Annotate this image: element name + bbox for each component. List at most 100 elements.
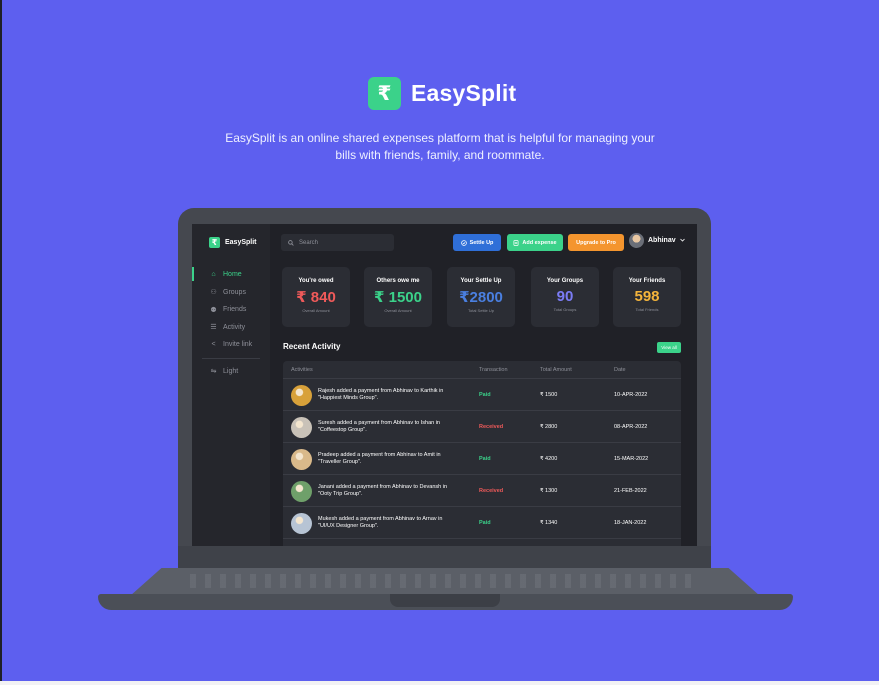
stat-subtitle: Overall Amount bbox=[302, 308, 330, 313]
sidebar-item-groups[interactable]: ⚇ Groups bbox=[192, 284, 270, 302]
transaction-amount: ₹ 1300 bbox=[540, 488, 558, 494]
transaction-status: Received bbox=[479, 488, 504, 494]
recent-activity-table: Activities Transaction Total Amount Date… bbox=[283, 361, 681, 546]
view-all-button[interactable]: View all bbox=[657, 342, 681, 353]
sidebar-item-label: Invite link bbox=[223, 341, 253, 349]
column-header-transaction: Transaction bbox=[479, 367, 508, 373]
user-menu[interactable]: Abhinav bbox=[648, 237, 685, 244]
sidebar-item-activity[interactable]: ☰ Activity bbox=[192, 319, 270, 337]
transaction-amount: ₹ 4200 bbox=[540, 456, 558, 462]
transaction-status: Paid bbox=[479, 392, 491, 398]
table-row[interactable]: Pradeep added a payment from Abhinav to … bbox=[283, 443, 681, 475]
theme-toggle-label: Light bbox=[223, 367, 239, 375]
sidebar-item-label: Friends bbox=[223, 306, 247, 314]
stat-title: You're owed bbox=[298, 278, 334, 284]
stat-card-friends: Your Friends 598 Total Friends bbox=[613, 267, 681, 327]
stat-value: ₹ 1500 bbox=[374, 289, 422, 306]
stat-subtitle: Total Groups bbox=[553, 307, 577, 312]
sidebar-item-label: Groups bbox=[223, 288, 246, 296]
table-header: Activities Transaction Total Amount Date bbox=[283, 361, 681, 379]
stat-card-owed: You're owed ₹ 840 Overall Amount bbox=[282, 267, 350, 327]
transaction-status: Paid bbox=[479, 520, 491, 526]
recent-activity-title: Recent Activity bbox=[283, 342, 341, 351]
toggle-icon: ⇋ bbox=[210, 368, 217, 376]
search-input[interactable]: Search bbox=[281, 234, 394, 251]
add-expense-label: Add expense bbox=[522, 239, 557, 246]
stat-value: 598 bbox=[634, 288, 660, 305]
user-name: Abhinav bbox=[648, 237, 676, 244]
stat-card-settle-up: Your Settle Up ₹2800 Total Settle Up bbox=[447, 267, 515, 327]
table-row[interactable]: Janani added a payment from Abhinav to D… bbox=[283, 475, 681, 507]
page-left-border bbox=[0, 0, 2, 685]
app-brand-name: EasySplit bbox=[225, 239, 257, 246]
stat-title: Your Friends bbox=[628, 278, 666, 284]
hero-logo: ₹ EasySplit bbox=[368, 77, 516, 110]
table-row[interactable]: Mukesh added a payment from Abhinav to A… bbox=[283, 507, 681, 539]
sidebar-divider bbox=[202, 357, 260, 359]
sidebar-nav: ⌂ Home ⚇ Groups ⚉ Friends ☰ Activity < I… bbox=[192, 266, 270, 380]
table-row[interactable]: Suresh added a payment from Abhinav to I… bbox=[283, 411, 681, 443]
transaction-date: 08-APR-2022 bbox=[614, 424, 648, 430]
table-row[interactable]: Rajesh added a payment from Abhinav to K… bbox=[283, 379, 681, 411]
app-brand[interactable]: ₹ EasySplit bbox=[209, 237, 257, 248]
transaction-amount: ₹ 1340 bbox=[540, 520, 558, 526]
groups-icon: ⚇ bbox=[210, 289, 217, 297]
settle-up-label: Settle Up bbox=[469, 239, 494, 246]
stat-title: Others owe me bbox=[376, 278, 420, 284]
sidebar-item-label: Activity bbox=[223, 323, 246, 331]
stat-card-others-owe: Others owe me ₹ 1500 Overall Amount bbox=[364, 267, 432, 327]
stat-subtitle: Total Settle Up bbox=[467, 308, 494, 313]
transaction-date: 15-MAR-2022 bbox=[614, 456, 649, 462]
stat-value: ₹2800 bbox=[459, 289, 503, 306]
stat-value: ₹ 840 bbox=[296, 289, 336, 306]
sidebar: ₹ EasySplit ⌂ Home ⚇ Groups ⚉ Friends ☰ … bbox=[192, 224, 270, 546]
rupee-logo-icon: ₹ bbox=[209, 237, 220, 248]
user-avatar[interactable] bbox=[629, 233, 644, 248]
settle-up-button[interactable]: Settle Up bbox=[453, 234, 501, 251]
stat-subtitle: Overall Amount bbox=[384, 308, 412, 313]
page-bottom-border bbox=[0, 681, 879, 685]
hero-title: EasySplit bbox=[411, 80, 517, 106]
stat-subtitle: Total Friends bbox=[635, 307, 659, 312]
transaction-date: 21-FEB-2022 bbox=[614, 488, 647, 494]
transaction-status: Received bbox=[479, 424, 504, 430]
activity-text: Janani added a payment from Abhinav to D… bbox=[318, 484, 448, 497]
activity-text: Mukesh added a payment from Abhinav to A… bbox=[318, 516, 443, 529]
upgrade-to-pro-button[interactable]: Upgrade to Pro bbox=[568, 234, 624, 251]
check-circle-icon bbox=[460, 239, 467, 246]
activity-text: Pradeep added a payment from Abhinav to … bbox=[318, 452, 441, 465]
stat-title: Your Groups bbox=[546, 278, 584, 284]
stat-card-groups: Your Groups 90 Total Groups bbox=[531, 267, 599, 327]
activity-text: Rajesh added a payment from Abhinav to K… bbox=[318, 388, 444, 401]
transaction-amount: ₹ 2800 bbox=[540, 424, 558, 430]
chevron-down-icon bbox=[679, 238, 685, 242]
share-icon: < bbox=[211, 341, 216, 349]
transaction-date: 10-APR-2022 bbox=[614, 392, 648, 398]
laptop-keys bbox=[190, 574, 700, 588]
add-expense-button[interactable]: Add expense bbox=[507, 234, 563, 251]
sidebar-item-label: Home bbox=[223, 271, 242, 279]
activity-avatar bbox=[291, 417, 312, 438]
activity-avatar bbox=[291, 385, 312, 406]
sidebar-item-invite-link[interactable]: < Invite link bbox=[192, 336, 270, 354]
hero-description: EasySplit is an online shared expenses p… bbox=[225, 131, 655, 162]
transaction-date: 18-JAN-2022 bbox=[614, 520, 647, 526]
home-icon: ⌂ bbox=[211, 271, 216, 279]
column-header-date: Date bbox=[614, 367, 626, 373]
transaction-amount: ₹ 1500 bbox=[540, 392, 558, 398]
column-header-total-amount: Total Amount bbox=[540, 367, 572, 373]
laptop-lid-bottom bbox=[178, 546, 711, 570]
theme-toggle[interactable]: ⇋ Light bbox=[192, 363, 270, 381]
receipt-icon bbox=[513, 239, 519, 246]
activity-avatar bbox=[291, 481, 312, 502]
activity-icon: ☰ bbox=[210, 324, 217, 332]
stat-title: Your Settle Up bbox=[460, 278, 502, 284]
sidebar-item-home[interactable]: ⌂ Home bbox=[192, 266, 270, 284]
activity-avatar bbox=[291, 513, 312, 534]
transaction-status: Paid bbox=[479, 456, 491, 462]
friends-icon: ⚉ bbox=[210, 306, 217, 314]
search-icon bbox=[288, 239, 294, 246]
sidebar-item-friends[interactable]: ⚉ Friends bbox=[192, 301, 270, 319]
laptop-notch bbox=[390, 594, 500, 607]
upgrade-label: Upgrade to Pro bbox=[576, 239, 616, 246]
